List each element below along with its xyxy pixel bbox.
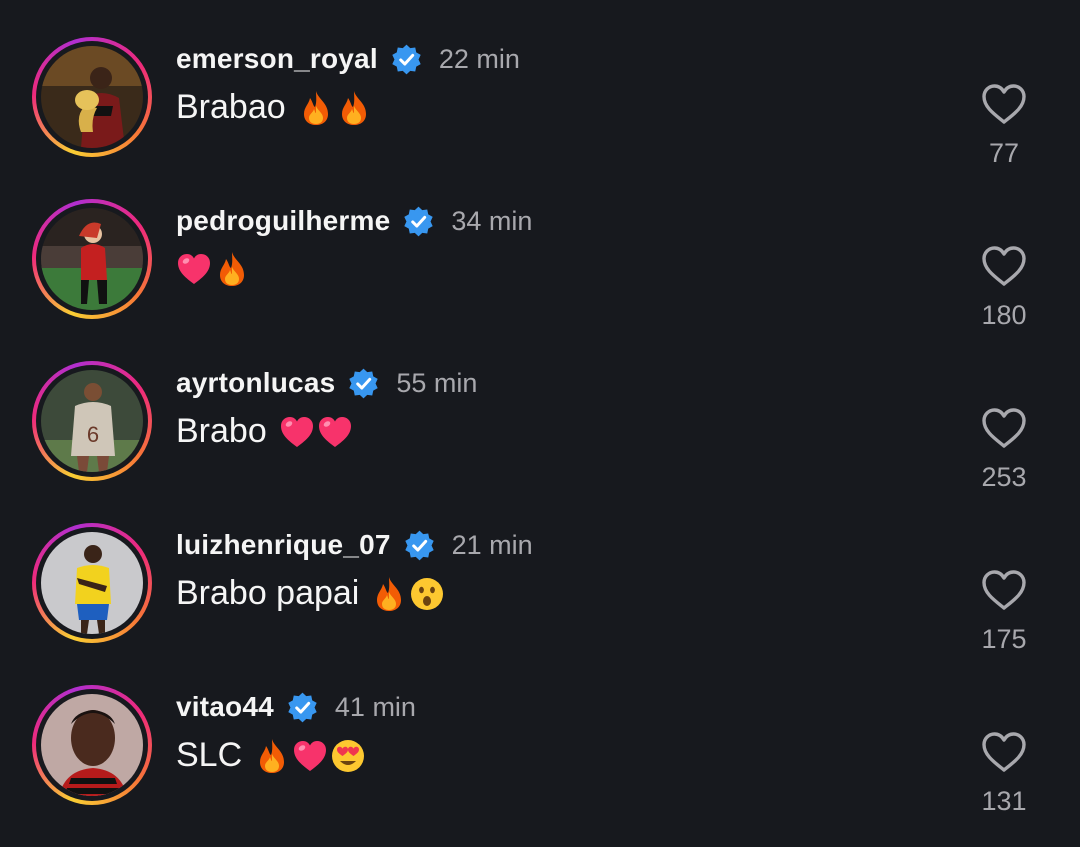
- comment-text: Brabo papai: [176, 574, 445, 613]
- heart-emoji-icon: [176, 250, 212, 288]
- comment-time: 22 min: [438, 43, 520, 74]
- avatar-story-ring[interactable]: [32, 37, 152, 157]
- avatar-story-ring[interactable]: 6: [32, 361, 152, 481]
- comment-body: SLC: [176, 736, 243, 774]
- username[interactable]: luizhenrique_07: [176, 529, 391, 561]
- avatar-story-ring[interactable]: [32, 523, 152, 643]
- verified-badge-icon: [402, 205, 435, 238]
- comments-list: emerson_royal 22 min Brabao 77 pedroguil…: [0, 0, 1080, 847]
- heart-outline-icon[interactable]: [980, 406, 1028, 450]
- avatar-story-ring[interactable]: [32, 685, 152, 805]
- verified-badge-icon: [347, 367, 380, 400]
- comment-time: 41 min: [334, 691, 416, 722]
- avatar: [41, 208, 143, 310]
- heart-outline-icon[interactable]: [980, 730, 1028, 774]
- comment-body: Brabo papai: [176, 574, 360, 612]
- username[interactable]: emerson_royal: [176, 43, 378, 75]
- username[interactable]: vitao44: [176, 691, 274, 723]
- comment-time: 55 min: [396, 367, 478, 398]
- comment-text: SLC: [176, 736, 366, 775]
- fire-icon: [254, 737, 290, 775]
- avatar: [41, 694, 143, 796]
- comment-time: 34 min: [451, 205, 533, 236]
- comment-item: emerson_royal 22 min Brabao 77: [0, 0, 1080, 168]
- verified-badge-icon: [390, 43, 423, 76]
- comment-text: [176, 250, 250, 288]
- comment-item: luizhenrique_07 21 min Brabo papai 175: [0, 486, 1080, 654]
- comment-meta: ayrtonlucas 55 min: [176, 364, 477, 402]
- heart-outline-icon[interactable]: [980, 244, 1028, 288]
- comment-meta: pedroguilherme 34 min: [176, 202, 532, 240]
- fire-icon: [298, 89, 334, 127]
- comment-body: Brabao: [176, 88, 286, 126]
- comment-meta: vitao44 41 min: [176, 688, 416, 726]
- heart-outline-icon[interactable]: [980, 82, 1028, 126]
- comment-meta: luizhenrique_07 21 min: [176, 526, 533, 564]
- comment-text: Brabao: [176, 88, 372, 127]
- heart-eyes-face-icon: [330, 737, 366, 775]
- username[interactable]: pedroguilherme: [176, 205, 390, 237]
- avatar: [41, 532, 143, 634]
- like-count: 131: [981, 786, 1027, 816]
- surprised-face-icon: [409, 575, 445, 613]
- avatar: [41, 46, 143, 148]
- comment-item: 6 ayrtonlucas 55 min Brabo 253: [0, 324, 1080, 492]
- svg-text:6: 6: [87, 422, 99, 447]
- heart-emoji-icon: [279, 413, 315, 451]
- fire-icon: [336, 89, 372, 127]
- comment-meta: emerson_royal 22 min: [176, 40, 520, 78]
- comment-item: vitao44 41 min SLC 131: [0, 648, 1080, 816]
- heart-emoji-icon: [292, 737, 328, 775]
- fire-icon: [214, 250, 250, 288]
- comment-time: 21 min: [451, 529, 533, 560]
- verified-badge-icon: [286, 691, 319, 724]
- comment-body: Brabo: [176, 412, 267, 450]
- verified-badge-icon: [403, 529, 436, 562]
- heart-emoji-icon: [317, 413, 353, 451]
- fire-icon: [371, 575, 407, 613]
- comment-item: pedroguilherme 34 min 180: [0, 162, 1080, 330]
- avatar-story-ring[interactable]: [32, 199, 152, 319]
- heart-outline-icon[interactable]: [980, 568, 1028, 612]
- avatar: 6: [41, 370, 143, 472]
- username[interactable]: ayrtonlucas: [176, 367, 335, 399]
- comment-text: Brabo: [176, 412, 353, 451]
